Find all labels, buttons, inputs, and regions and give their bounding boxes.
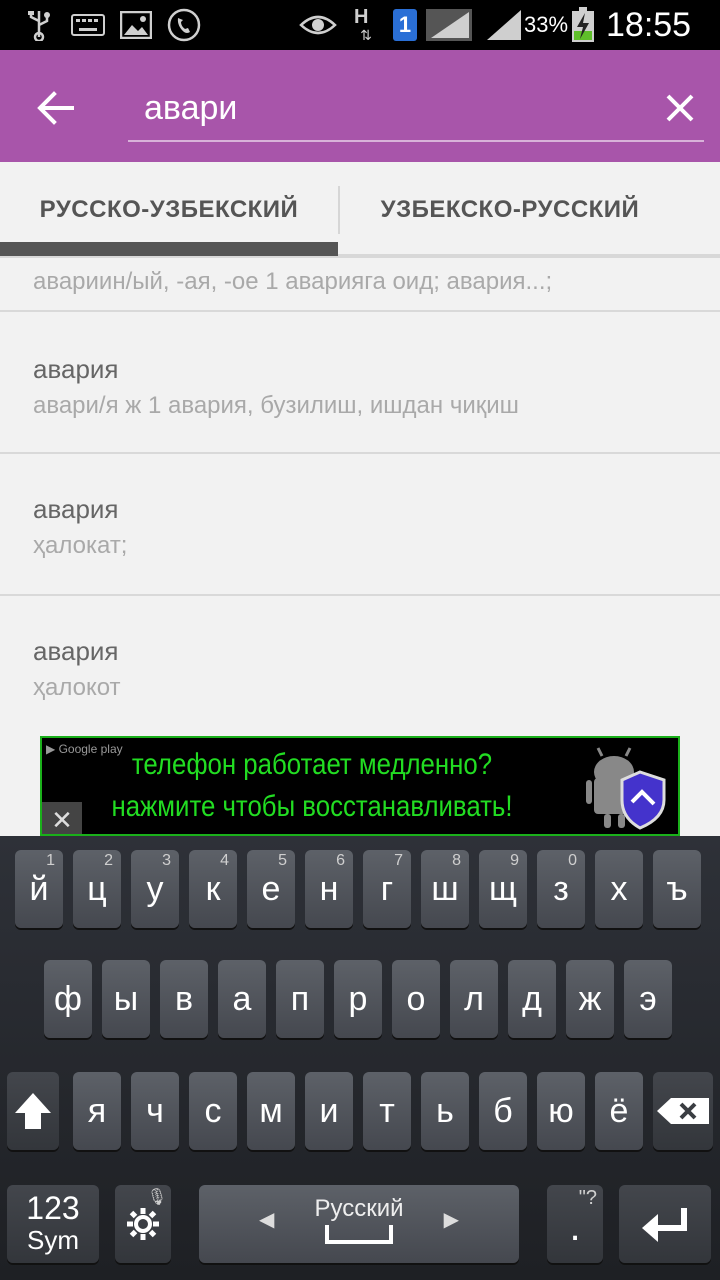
key-щ[interactable]: 9щ — [479, 850, 527, 928]
image-icon — [118, 8, 154, 42]
settings-key[interactable]: 🎙 — [115, 1185, 171, 1263]
signal-strength-1-icon — [424, 8, 474, 42]
backspace-icon — [657, 1098, 709, 1124]
result-translation: ҳалокат; — [33, 532, 128, 559]
clock: 18:55 — [606, 6, 692, 44]
key-и[interactable]: и — [305, 1072, 353, 1150]
status-bar: H ⇅ 1 33% 18:55 — [0, 0, 720, 50]
key-й[interactable]: 1й — [15, 850, 63, 928]
key-ё[interactable]: ё — [595, 1072, 643, 1150]
key-н[interactable]: 6н — [305, 850, 353, 928]
battery-percent: 33% — [524, 12, 569, 37]
list-item[interactable]: авария ҳалокот — [0, 596, 720, 738]
key-я[interactable]: я — [73, 1072, 121, 1150]
search-field — [128, 76, 704, 142]
symbols-key[interactable]: 123 Sym — [7, 1185, 99, 1263]
key-п[interactable]: п — [276, 960, 324, 1038]
shift-key[interactable] — [7, 1072, 59, 1150]
data-arrows-icon: ⇅ — [360, 26, 372, 43]
backspace-key[interactable] — [653, 1072, 713, 1150]
key-с[interactable]: с — [189, 1072, 237, 1150]
key-ч[interactable]: ч — [131, 1072, 179, 1150]
key-з[interactable]: 0з — [537, 850, 585, 928]
list-item[interactable]: авария ҳалокат; — [0, 454, 720, 596]
back-button[interactable] — [28, 80, 84, 136]
android-shield-icon — [582, 742, 672, 832]
usb-icon — [24, 8, 54, 42]
key-о[interactable]: о — [392, 960, 440, 1038]
period-key[interactable]: "? . — [547, 1185, 603, 1263]
keyboard-icon — [70, 8, 106, 42]
result-translation: авариин/ый, -ая, -ое 1 аварияга оид; ава… — [33, 268, 553, 295]
tab-uzbek-russian[interactable]: УЗБЕКСКО-РУССКИЙ — [340, 162, 680, 258]
tab-selected-indicator — [0, 242, 338, 256]
key-ь[interactable]: ь — [421, 1072, 469, 1150]
enter-key[interactable] — [619, 1185, 711, 1263]
key-у[interactable]: 3у — [131, 850, 179, 928]
key-ъ[interactable]: ъ — [653, 850, 701, 928]
key-э[interactable]: э — [624, 960, 672, 1038]
ad-banner[interactable]: ▶ Google play телефон работает медленно?… — [40, 736, 680, 836]
search-input[interactable] — [144, 80, 644, 136]
gear-icon — [127, 1208, 159, 1240]
sim-slot-icon: 1 — [392, 8, 418, 42]
battery-charging-icon — [570, 7, 596, 42]
chevron-right-icon: ▶ — [443, 1209, 459, 1231]
key-л[interactable]: л — [450, 960, 498, 1038]
keyboard-language-label: Русский — [314, 1195, 404, 1222]
result-translation: ҳалокот — [33, 674, 121, 701]
play-store-icon: ▶ — [46, 742, 56, 756]
key-р[interactable]: р — [334, 960, 382, 1038]
clear-search-button[interactable] — [652, 80, 708, 136]
key-м[interactable]: м — [247, 1072, 295, 1150]
key-т[interactable]: т — [363, 1072, 411, 1150]
arrow-back-icon — [37, 91, 74, 125]
key-ш[interactable]: 8ш — [421, 850, 469, 928]
result-translation: авари/я ж 1 авария, бузилиш, ишдан чиқиш — [33, 392, 519, 419]
enter-arrow-icon — [642, 1208, 687, 1242]
app-bar — [0, 50, 720, 162]
result-word: авария — [33, 636, 119, 666]
ad-line-1: телефон работает медленно? — [131, 748, 493, 781]
close-icon: ✕ — [51, 804, 73, 835]
list-item[interactable]: авариин/ый, -ая, -ое 1 аварияга оид; ава… — [0, 258, 720, 312]
soft-keyboard: 1й 2ц 3у 4к 5е 6н 7г 8ш 9щ 0з х ъ ф ы в … — [0, 836, 720, 1280]
result-word: авария — [33, 494, 119, 524]
shift-arrow-icon — [15, 1093, 51, 1129]
key-г[interactable]: 7г — [363, 850, 411, 928]
eye-icon — [298, 8, 338, 42]
key-ф[interactable]: ф — [44, 960, 92, 1038]
result-word: авария — [33, 354, 119, 384]
key-е[interactable]: 5е — [247, 850, 295, 928]
key-х[interactable]: х — [595, 850, 643, 928]
chevron-left-icon: ◀ — [259, 1209, 275, 1231]
key-д[interactable]: д — [508, 960, 556, 1038]
microphone-icon: 🎙 — [146, 1189, 167, 1206]
key-ж[interactable]: ж — [566, 960, 614, 1038]
key-ю[interactable]: ю — [537, 1072, 585, 1150]
close-icon — [666, 94, 694, 122]
key-ц[interactable]: 2ц — [73, 850, 121, 928]
phone-call-icon — [166, 8, 202, 42]
key-к[interactable]: 4к — [189, 850, 237, 928]
list-item[interactable]: авария авари/я ж 1 авария, бузилиш, ишда… — [0, 312, 720, 454]
signal-strength-2-icon — [484, 8, 524, 42]
space-key[interactable]: ◀ Русский ▶ — [199, 1185, 519, 1263]
ad-line-2: нажмите чтобы восстанавливать! — [111, 790, 513, 823]
spacebar-icon — [325, 1225, 393, 1244]
ad-close-button[interactable]: ✕ — [42, 802, 82, 835]
key-а[interactable]: а — [218, 960, 266, 1038]
key-ы[interactable]: ы — [102, 960, 150, 1038]
key-б[interactable]: б — [479, 1072, 527, 1150]
key-в[interactable]: в — [160, 960, 208, 1038]
